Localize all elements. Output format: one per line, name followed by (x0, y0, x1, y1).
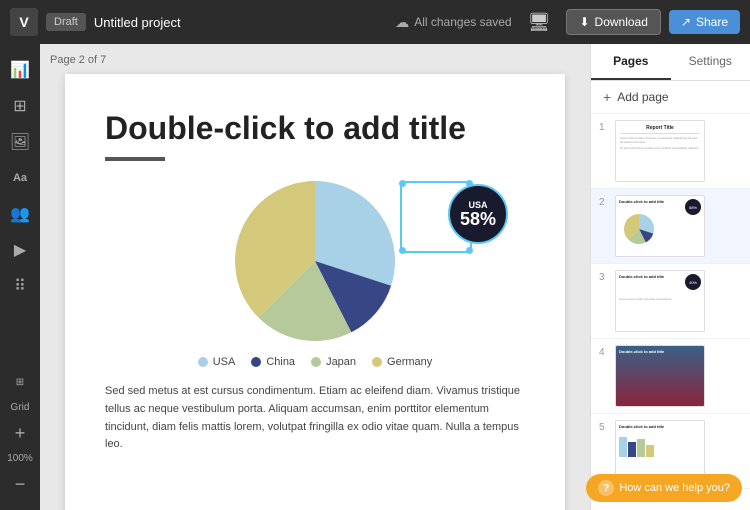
right-tabs: Pages Settings (591, 44, 750, 81)
sidebar-item-apps[interactable]: ⠿ (4, 270, 36, 302)
page-thumb-2[interactable]: 2 Double-click to add title 58% (591, 189, 750, 264)
title-underline (105, 157, 165, 161)
page-num-2: 2 (599, 197, 609, 208)
thumb-preview-5: Double-click to add title (615, 420, 705, 482)
page-num-1: 1 (599, 122, 609, 133)
pages-list: 1 Report Title Lorem ipsum dolor sit ame… (591, 114, 750, 510)
sidebar-item-chart[interactable]: 📊 (4, 54, 36, 86)
cloud-icon: ☁ (395, 14, 409, 31)
add-page-label: Add page (617, 90, 668, 104)
zoom-value: 100% (7, 453, 33, 464)
body-text[interactable]: Sed sed metus at est cursus condimentum.… (105, 383, 525, 453)
usa-badge[interactable]: USA 58% (448, 184, 508, 244)
canvas-page[interactable]: Double-click to add title (65, 74, 565, 510)
pie-chart[interactable] (235, 161, 395, 361)
tab-settings[interactable]: Settings (671, 44, 750, 80)
download-icon: ⬇ (579, 15, 589, 29)
canvas-area: Page 2 of 7 Double-click to add title (40, 44, 590, 510)
page-thumb-3[interactable]: 3 Double-click to add title 40% Lorem ip… (591, 264, 750, 339)
page-num-4: 4 (599, 347, 609, 358)
topbar: V Draft Untitled project ☁ All changes s… (0, 0, 750, 44)
sidebar-item-team[interactable]: 👥 (4, 198, 36, 230)
zoom-plus-button[interactable]: + (4, 417, 36, 449)
sidebar-item-text[interactable]: Aa (4, 162, 36, 194)
sidebar-item-image[interactable]: 🖼 (4, 126, 36, 158)
zoom-label: Grid (11, 402, 30, 413)
thumb-preview-2: Double-click to add title 58% (615, 195, 705, 257)
page-thumb-4[interactable]: 4 Double-click to add title (591, 339, 750, 414)
logo: V (10, 8, 38, 36)
help-label: How can we help you? (619, 482, 730, 494)
main-layout: 📊 ⊞ 🖼 Aa 👥 ▶ ⠿ ⊞ Grid + 100% − Page 2 of… (0, 44, 750, 510)
usa-badge-percent: 58% (460, 210, 496, 228)
zoom-minus-button[interactable]: − (4, 468, 36, 500)
draft-badge[interactable]: Draft (46, 13, 86, 31)
chart-container: USA 58% (105, 181, 525, 341)
download-label: Download (595, 15, 648, 29)
share-icon: ↗ (681, 15, 691, 29)
sidebar-item-template[interactable]: ⊞ (4, 90, 36, 122)
download-button[interactable]: ⬇ Download (566, 9, 660, 35)
handle-tl[interactable] (399, 180, 406, 187)
plus-icon: + (603, 89, 611, 105)
saved-label: All changes saved (414, 15, 511, 29)
add-page-button[interactable]: + Add page (591, 81, 750, 114)
handle-br[interactable] (466, 247, 473, 254)
right-panel: Pages Settings + Add page 1 Report Title… (590, 44, 750, 510)
page-num-5: 5 (599, 422, 609, 433)
question-icon: ? (598, 480, 614, 496)
project-title[interactable]: Untitled project (94, 15, 181, 30)
page-title-placeholder[interactable]: Double-click to add title (105, 109, 525, 147)
logo-icon: V (19, 14, 28, 30)
page-thumb-1[interactable]: 1 Report Title Lorem ipsum dolor sit ame… (591, 114, 750, 189)
monitor-button[interactable]: 🖥 (520, 7, 559, 38)
legend-label-usa: USA (213, 356, 236, 368)
share-button[interactable]: ↗ Share (669, 10, 740, 34)
share-label: Share (696, 15, 728, 29)
sidebar-item-grid[interactable]: ⊞ (4, 366, 36, 398)
thumb-preview-1: Report Title Lorem ipsum dolor sit amet … (615, 120, 705, 182)
sidebar-bottom: ⊞ Grid + 100% − (4, 366, 36, 500)
legend-dot-usa (198, 357, 208, 367)
saved-status: ☁ All changes saved (395, 14, 511, 31)
legend-usa: USA (198, 356, 236, 368)
page-num-3: 3 (599, 272, 609, 283)
thumb-preview-3: Double-click to add title 40% Lorem ipsu… (615, 270, 705, 332)
thumb-preview-4: Double-click to add title (615, 345, 705, 407)
sidebar-item-media[interactable]: ▶ (4, 234, 36, 266)
handle-bl[interactable] (399, 247, 406, 254)
tab-pages[interactable]: Pages (591, 44, 671, 80)
help-button[interactable]: ? How can we help you? (586, 474, 742, 502)
page-indicator: Page 2 of 7 (50, 54, 580, 66)
left-sidebar: 📊 ⊞ 🖼 Aa 👥 ▶ ⠿ ⊞ Grid + 100% − (0, 44, 40, 510)
